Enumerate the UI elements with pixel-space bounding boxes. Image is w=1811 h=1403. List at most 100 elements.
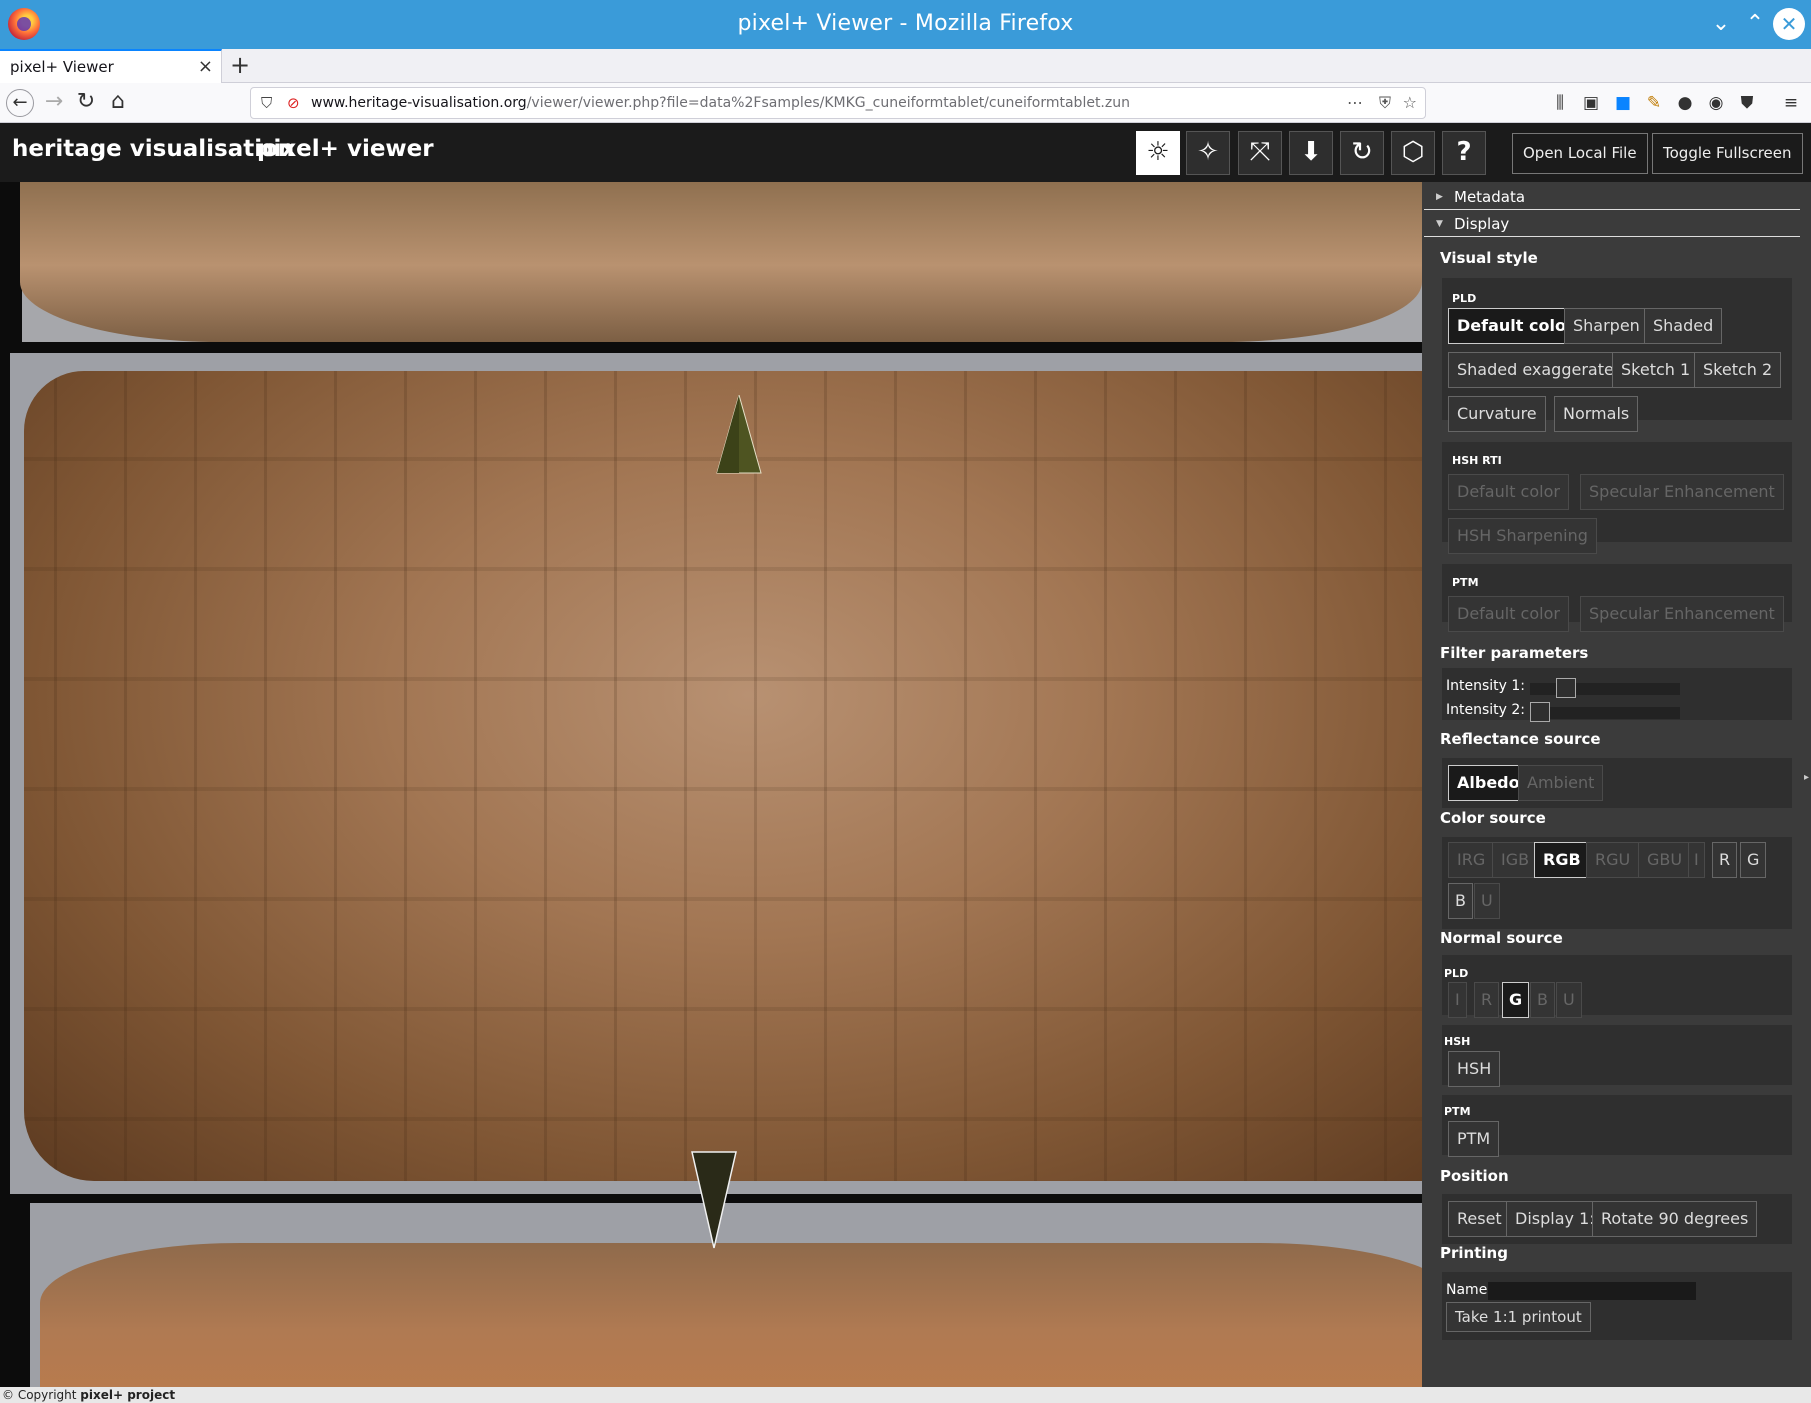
tab-strip: pixel+ Viewer × + — [0, 49, 1811, 83]
color-rgu-button[interactable]: RGU — [1586, 842, 1640, 878]
tablet-bottom-edge-image — [40, 1243, 1422, 1387]
color-irg-button[interactable]: IRG — [1448, 842, 1495, 878]
hsh-specular-enhancement-button[interactable]: Specular Enhancement — [1580, 474, 1784, 510]
color-i-button[interactable]: I — [1688, 842, 1705, 878]
ambient-button[interactable]: Ambient — [1518, 765, 1604, 801]
pld-default-color-button[interactable]: Default color — [1448, 308, 1583, 344]
albedo-button[interactable]: Albedo — [1448, 765, 1529, 801]
printout-name-input[interactable] — [1488, 1282, 1696, 1300]
hsh-default-color-button[interactable]: Default color — [1448, 474, 1569, 510]
ptm-default-color-button[interactable]: Default color — [1448, 596, 1569, 632]
3d-view-tool-icon[interactable]: ⬡ — [1391, 131, 1435, 175]
copyright-project-link[interactable]: pixel+ project — [80, 1388, 175, 1402]
color-b-button[interactable]: B — [1448, 883, 1473, 919]
pld-sketch2-button[interactable]: Sketch 2 — [1694, 352, 1782, 388]
light-marker-up-icon[interactable] — [715, 395, 763, 475]
tab-close-icon[interactable]: × — [198, 56, 213, 77]
tab-pixel-viewer[interactable]: pixel+ Viewer × — [0, 49, 222, 83]
normal-i-button[interactable]: I — [1448, 982, 1467, 1018]
pld-sketch1-button[interactable]: Sketch 1 — [1612, 352, 1700, 388]
tracking-shield-icon[interactable]: ⛉ — [261, 94, 272, 112]
sidebar-icon[interactable]: ▣ — [1580, 92, 1602, 114]
enhance-wand-tool-icon[interactable]: ✧ — [1186, 131, 1230, 175]
color-rgb-button[interactable]: RGB — [1534, 842, 1590, 878]
panel-collapse-arrow-icon[interactable]: ▸ — [1804, 772, 1809, 783]
fit-screen-tool-icon[interactable]: ⤧ — [1238, 131, 1282, 175]
reload-icon[interactable]: ↻ — [72, 89, 100, 117]
copyright-text: © Copyright — [2, 1388, 77, 1402]
normal-hsh-button[interactable]: HSH — [1448, 1051, 1501, 1087]
open-local-file-button[interactable]: Open Local File — [1512, 133, 1648, 174]
hamburger-menu-icon[interactable]: ≡ — [1780, 92, 1802, 114]
insecure-connection-icon[interactable]: ⊘ — [287, 94, 300, 112]
hsh-rti-style-group: HSH RTI Default color Specular Enhanceme… — [1442, 442, 1792, 554]
position-group: Reset Display 1:1 Rotate 90 degrees — [1442, 1194, 1792, 1244]
url-bar[interactable]: ⛉ ⊘ www.heritage-visualisation.org/viewe… — [250, 87, 1426, 119]
extension-badge-icon[interactable]: ✎ — [1643, 92, 1665, 114]
reflectance-source-heading: Reflectance source — [1440, 730, 1601, 748]
pld-shaded-button[interactable]: Shaded — [1644, 308, 1723, 344]
account-icon[interactable]: ◉ — [1705, 92, 1727, 114]
back-arrow-icon[interactable]: ← — [6, 89, 34, 117]
normal-u-button[interactable]: U — [1556, 982, 1582, 1018]
take-printout-button[interactable]: Take 1:1 printout — [1446, 1302, 1591, 1332]
app-header: heritage visualisation pixel+ viewer ☼ ✧… — [0, 123, 1811, 182]
page-actions-icon[interactable]: ⋯ — [1347, 93, 1363, 112]
pld-normals-button[interactable]: Normals — [1554, 396, 1639, 432]
library-icon[interactable]: ⫼ — [1549, 92, 1571, 114]
ptm-specular-enhancement-button[interactable]: Specular Enhancement — [1580, 596, 1784, 632]
download-tool-icon[interactable]: ⬇ — [1289, 131, 1333, 175]
pocket-icon[interactable]: ⛨ — [1379, 93, 1391, 113]
extension-shield-icon[interactable]: ⛊ — [1736, 92, 1758, 114]
help-tool-icon[interactable]: ? — [1442, 131, 1486, 175]
light-marker-down-icon[interactable] — [690, 1150, 738, 1250]
intensity1-slider-thumb[interactable] — [1556, 678, 1576, 698]
hsh-rti-label: HSH RTI — [1452, 454, 1502, 467]
metadata-label: Metadata — [1454, 188, 1526, 206]
app-title[interactable]: pixel+ viewer — [257, 136, 434, 162]
visual-style-heading: Visual style — [1440, 249, 1538, 267]
printing-group: Name: Take 1:1 printout — [1442, 1272, 1792, 1340]
url-text[interactable]: www.heritage-visualisation.org/viewer/vi… — [311, 95, 1130, 111]
normal-r-button[interactable]: R — [1474, 982, 1500, 1018]
minimize-window-icon[interactable]: ⌄ — [1705, 8, 1737, 40]
position-reset-button[interactable]: Reset — [1448, 1201, 1511, 1237]
home-icon[interactable]: ⌂ — [104, 89, 132, 117]
display-panel: ▶ Metadata ▼ Display Visual style PLD De… — [1422, 182, 1811, 1387]
tablet-top-edge-image — [20, 182, 1422, 342]
window-title: pixel+ Viewer - Mozilla Firefox — [737, 11, 1074, 36]
rotate-tool-icon[interactable]: ↻ — [1340, 131, 1384, 175]
color-gbu-button[interactable]: GBU — [1638, 842, 1692, 878]
color-u-button[interactable]: U — [1474, 883, 1500, 919]
hsh-sharpening-button[interactable]: HSH Sharpening — [1448, 518, 1597, 554]
pld-shaded-exaggerated-button[interactable]: Shaded exaggerated — [1448, 352, 1633, 388]
intensity2-slider-thumb[interactable] — [1530, 702, 1550, 722]
display-accordion[interactable]: ▼ Display — [1424, 211, 1800, 237]
color-igb-button[interactable]: IGB — [1492, 842, 1539, 878]
close-window-icon[interactable]: ✕ — [1773, 8, 1805, 40]
toggle-fullscreen-button[interactable]: Toggle Fullscreen — [1652, 133, 1803, 174]
pld-sharpen-button[interactable]: Sharpen — [1564, 308, 1649, 344]
bookmark-star-icon[interactable]: ☆ — [1403, 93, 1417, 112]
brand-title[interactable]: heritage visualisation — [12, 136, 294, 162]
extension-dark-icon[interactable]: ● — [1674, 92, 1696, 114]
normal-b-button[interactable]: B — [1530, 982, 1555, 1018]
pld-curvature-button[interactable]: Curvature — [1448, 396, 1546, 432]
extension-s-icon[interactable]: ■ — [1612, 92, 1634, 114]
intensity1-label: Intensity 1: — [1446, 678, 1526, 694]
color-g-button[interactable]: G — [1740, 842, 1767, 878]
normal-g-button[interactable]: G — [1502, 982, 1530, 1018]
new-tab-icon[interactable]: + — [230, 51, 250, 79]
light-direction-tool-icon[interactable]: ☼ — [1136, 131, 1180, 175]
intensity2-label: Intensity 2: — [1446, 702, 1526, 718]
intensity2-slider[interactable] — [1530, 702, 1680, 722]
pld-style-group: PLD Default color Sharpen Shaded Shaded … — [1442, 278, 1792, 432]
maximize-window-icon[interactable]: ⌃ — [1739, 8, 1771, 40]
rotate-90-button[interactable]: Rotate 90 degrees — [1592, 1201, 1758, 1237]
forward-arrow-icon[interactable]: → — [40, 89, 68, 117]
normal-hsh-group: HSH HSH — [1442, 1025, 1792, 1087]
intensity1-slider[interactable] — [1530, 678, 1680, 698]
normal-ptm-button[interactable]: PTM — [1448, 1121, 1500, 1157]
metadata-accordion[interactable]: ▶ Metadata — [1424, 184, 1800, 210]
color-r-button[interactable]: R — [1712, 842, 1738, 878]
